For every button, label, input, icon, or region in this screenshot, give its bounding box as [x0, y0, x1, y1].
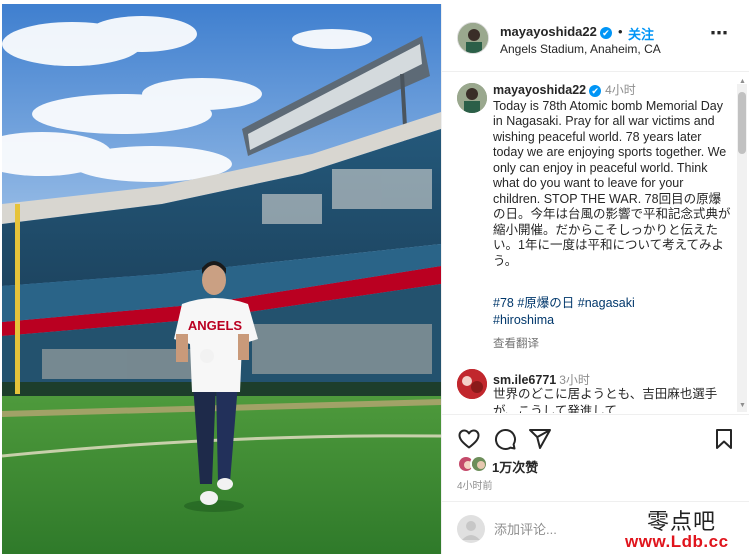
share-icon[interactable] — [528, 427, 552, 451]
scrollbar-thumb[interactable] — [738, 92, 746, 154]
post-photo[interactable]: ANGELS — [2, 4, 441, 554]
liker-avatar[interactable] — [470, 455, 488, 473]
author-username[interactable]: mayayoshida22 ✔ — [500, 24, 612, 39]
separator-dot: • — [618, 24, 623, 39]
caption-username[interactable]: mayayoshida22 — [493, 83, 586, 97]
scroll-up-arrow-icon[interactable]: ▲ — [739, 78, 746, 85]
bookmark-icon[interactable] — [712, 427, 736, 451]
post-header: mayayoshida22 ✔ • 关注 Angels Stadium, Anah… — [442, 4, 749, 72]
post-caption: mayayoshida22 ✔ 4小时 Today is 78th Atomic b… — [493, 83, 733, 269]
caption-author-avatar[interactable] — [457, 83, 487, 113]
comment-icon[interactable] — [493, 427, 517, 451]
stadium-photo: ANGELS — [2, 4, 441, 554]
comment-text: 世界のどこに居ようとも、吉田麻也選手が、こうして発進して — [493, 387, 718, 413]
watermark-url: www.Ldb.cc — [625, 532, 729, 551]
post-side-panel: mayayoshida22 ✔ • 关注 Angels Stadium, Anah… — [441, 4, 749, 554]
hashtag-genbaku[interactable]: #原爆の日 — [517, 296, 574, 310]
comment-time: 3小时 — [559, 373, 590, 387]
commenter-avatar[interactable] — [457, 369, 487, 399]
hashtag-78[interactable]: #78 — [493, 296, 514, 310]
likes-count[interactable]: 1万次赞 — [492, 457, 538, 476]
post-time-ago[interactable]: 4小时前 — [457, 477, 493, 492]
more-options-icon[interactable]: ⋯ — [710, 24, 729, 42]
post-actions — [442, 414, 749, 460]
caption-text: Today is 78th Atomic bomb Memorial Day i… — [493, 98, 731, 268]
see-translation-link[interactable]: 查看翻译 — [493, 335, 539, 351]
verified-badge-icon: ✔ — [589, 85, 602, 97]
location-link[interactable]: Angels Stadium, Anaheim, CA — [500, 42, 661, 56]
comments-area: mayayoshida22 ✔ 4小时 Today is 78th Atomic b… — [442, 73, 749, 413]
user-avatar[interactable] — [457, 515, 485, 543]
caption-time: 4小时 — [605, 83, 636, 97]
add-comment-input[interactable] — [494, 516, 644, 542]
verified-badge-icon: ✔ — [599, 27, 612, 39]
author-avatar[interactable] — [457, 22, 489, 54]
hashtag-hiroshima[interactable]: #hiroshima — [493, 313, 554, 327]
hashtag-list: #78 #原爆の日 #nagasaki #hiroshima — [493, 295, 733, 329]
jersey-text: ANGELS — [188, 318, 243, 333]
hashtag-nagasaki[interactable]: #nagasaki — [578, 296, 635, 310]
follow-button[interactable]: 关注 — [628, 24, 654, 43]
heart-icon[interactable] — [457, 427, 481, 451]
scroll-down-arrow-icon[interactable]: ▼ — [739, 402, 746, 409]
